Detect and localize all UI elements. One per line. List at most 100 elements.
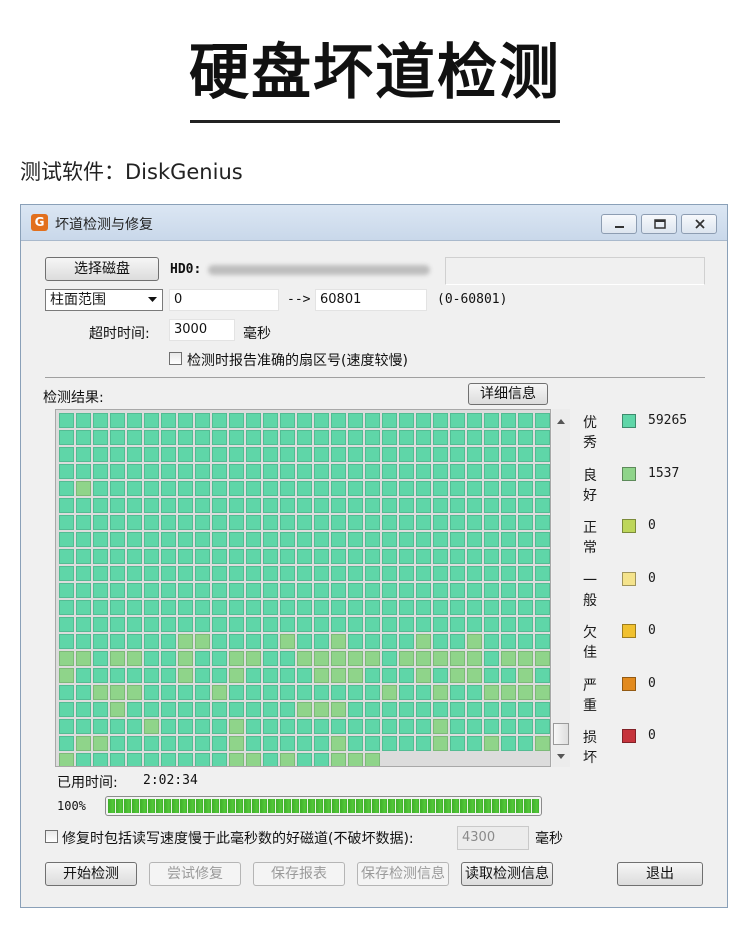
scan-cell	[382, 549, 397, 564]
range-arrow: -->	[287, 292, 311, 307]
scan-cell	[518, 719, 533, 734]
legend-swatch	[622, 729, 636, 743]
scan-cell	[229, 413, 244, 428]
disk-prefix: HD0:	[170, 262, 202, 277]
scan-cell	[467, 685, 482, 700]
save-report-button[interactable]: 保存报表	[253, 862, 345, 886]
start-scan-button[interactable]: 开始检测	[45, 862, 137, 886]
scan-cell	[110, 583, 125, 598]
range-end-input[interactable]: 60801	[315, 289, 427, 311]
select-disk-button[interactable]: 选择磁盘	[45, 257, 159, 281]
scan-cell	[399, 447, 414, 462]
close-button[interactable]	[681, 214, 717, 234]
save-scan-info-button[interactable]: 保存检测信息	[357, 862, 449, 886]
scan-cell	[331, 719, 346, 734]
scan-cell	[365, 481, 380, 496]
scan-cell	[93, 719, 108, 734]
timeout-input[interactable]: 3000	[169, 319, 235, 341]
scan-cell	[433, 600, 448, 615]
scan-cell	[535, 413, 550, 428]
scan-cell	[263, 753, 278, 766]
scan-cell	[76, 447, 91, 462]
scan-cell	[314, 447, 329, 462]
scan-cell	[246, 464, 261, 479]
scan-cell	[195, 481, 210, 496]
scan-cell	[93, 651, 108, 666]
scan-cell	[229, 515, 244, 530]
scan-cell	[212, 498, 227, 513]
scan-cell	[399, 532, 414, 547]
scan-cell	[450, 447, 465, 462]
scan-cell	[76, 651, 91, 666]
minimize-button[interactable]	[601, 214, 637, 234]
scan-cell	[127, 515, 142, 530]
legend-count: 0	[648, 570, 656, 586]
scan-cell	[331, 668, 346, 683]
scan-cell	[195, 430, 210, 445]
scan-cell	[144, 719, 159, 734]
details-button[interactable]: 详细信息	[468, 383, 548, 405]
scan-cell	[416, 532, 431, 547]
scan-cell	[416, 617, 431, 632]
scan-cell	[365, 719, 380, 734]
timeout-unit: 毫秒	[243, 326, 271, 342]
scan-cell	[518, 430, 533, 445]
range-mode-select[interactable]: 柱面范围	[45, 289, 163, 311]
scan-cell	[518, 464, 533, 479]
scan-cell	[501, 430, 516, 445]
scan-cell	[467, 498, 482, 513]
scan-cell	[161, 447, 176, 462]
scan-cell	[484, 498, 499, 513]
scan-cell	[297, 549, 312, 564]
maximize-button[interactable]	[641, 214, 677, 234]
bad-sector-window: G 坏道检测与修复 选择磁盘 HD0: 柱面范围 0 --> 60801 (0-…	[20, 204, 728, 908]
scan-cell	[450, 549, 465, 564]
scan-cell	[212, 447, 227, 462]
range-start-input[interactable]: 0	[169, 289, 279, 311]
scroll-up-icon[interactable]	[557, 419, 565, 424]
scan-cell	[127, 498, 142, 513]
scan-cell	[212, 532, 227, 547]
scan-cell	[348, 447, 363, 462]
scan-cell	[382, 600, 397, 615]
report-sector-checkbox[interactable]	[169, 352, 182, 365]
scan-cell	[433, 617, 448, 632]
scan-cell	[416, 634, 431, 649]
repair-threshold-unit: 毫秒	[535, 831, 563, 847]
scan-cell	[297, 498, 312, 513]
scan-cell	[161, 600, 176, 615]
scan-cell	[416, 651, 431, 666]
scan-cell	[246, 753, 261, 766]
progress-percent: 100%	[57, 799, 86, 813]
scan-cell	[280, 498, 295, 513]
scan-cell	[433, 481, 448, 496]
scan-cell	[518, 651, 533, 666]
scan-cell	[212, 583, 227, 598]
scan-cell	[467, 583, 482, 598]
scan-cell	[93, 566, 108, 581]
scan-cell	[297, 617, 312, 632]
scroll-down-icon[interactable]	[557, 754, 565, 759]
scan-cell	[59, 685, 74, 700]
repair-threshold-input[interactable]: 4300	[457, 826, 529, 850]
legend-count: 59265	[648, 413, 688, 428]
repair-slow-checkbox[interactable]	[45, 830, 58, 843]
scrollbar-thumb[interactable]	[553, 723, 569, 745]
scan-cell	[59, 549, 74, 564]
scan-cell	[535, 498, 550, 513]
scan-cell	[382, 634, 397, 649]
load-scan-info-button[interactable]: 读取检测信息	[461, 862, 553, 886]
scan-cell	[399, 617, 414, 632]
scan-cell	[382, 532, 397, 547]
scan-cell	[110, 753, 125, 766]
scan-cell	[450, 634, 465, 649]
try-repair-button[interactable]: 尝试修复	[149, 862, 241, 886]
exit-button[interactable]: 退出	[617, 862, 703, 886]
scan-cell	[280, 447, 295, 462]
window-titlebar[interactable]: G 坏道检测与修复	[21, 205, 727, 241]
scan-cell	[416, 481, 431, 496]
scan-cell	[59, 413, 74, 428]
scan-cell	[280, 753, 295, 766]
scan-cell	[144, 651, 159, 666]
scan-map-scrollbar[interactable]	[552, 409, 570, 767]
